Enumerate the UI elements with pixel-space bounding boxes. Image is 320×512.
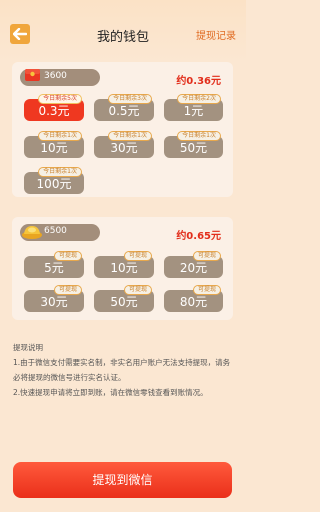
remaining-tag: 今日剩余2次	[177, 94, 221, 104]
gold-option-80[interactable]: 80元 可提现	[164, 285, 223, 312]
approx-value: 约0.36元	[176, 76, 221, 87]
withdraw-record-link[interactable]: 提现记录	[196, 27, 236, 42]
option-label: 80元	[179, 295, 208, 309]
approx-value: 约0.65元	[176, 231, 221, 242]
red-packet-card: 3600 约0.36元 0.3元 今日剩余5次 0.5元 今日剩余3次 1元 今…	[12, 62, 233, 197]
option-100[interactable]: 100元 今日剩余1次	[24, 167, 84, 194]
option-label: 10元	[110, 261, 138, 275]
gold-option-5[interactable]: 5元 可提现	[24, 251, 84, 278]
option-label: 0.5元	[108, 104, 140, 118]
option-label: 0.3元	[38, 104, 70, 118]
gold-option-30[interactable]: 30元 可提现	[24, 285, 84, 312]
withdrawable-tag: 可提现	[192, 285, 221, 295]
option-label: 5元	[44, 261, 64, 275]
gold-option-50[interactable]: 50元 可提现	[94, 285, 154, 312]
option-label: 1元	[183, 104, 204, 118]
option-label: 20元	[179, 261, 208, 275]
option-label: 50元	[179, 141, 208, 155]
withdrawable-tag: 可提现	[123, 251, 152, 261]
withdraw-notes: 提现说明 1.由于微信支付需要实名制，非实名用户账户无法支持提现，请务必将提现的…	[13, 340, 235, 400]
option-1[interactable]: 1元 今日剩余2次	[164, 94, 223, 121]
gold-ingot-icon	[22, 226, 42, 239]
withdrawable-tag: 可提现	[53, 251, 82, 261]
coin-amount: 6500	[44, 226, 67, 236]
remaining-tag: 今日剩余5次	[38, 94, 82, 104]
remaining-tag: 今日剩余1次	[38, 167, 82, 177]
remaining-tag: 今日剩余1次	[108, 131, 152, 141]
notes-line-1: 1.由于微信支付需要实名制，非实名用户账户无法支持提现，请务必将提现的微信号进行…	[13, 358, 231, 382]
option-label: 100元	[36, 177, 72, 191]
option-0-3[interactable]: 0.3元 今日剩余5次	[24, 94, 84, 121]
remaining-tag: 今日剩余1次	[38, 131, 82, 141]
option-0-5[interactable]: 0.5元 今日剩余3次	[94, 94, 154, 121]
gold-option-20[interactable]: 20元 可提现	[164, 251, 223, 278]
gold-card: 6500 约0.65元 5元 可提现 10元 可提现 20元 可提现 30元 可…	[12, 217, 233, 320]
withdrawable-tag: 可提现	[123, 285, 152, 295]
notes-title: 提现说明	[13, 343, 43, 352]
red-packet-icon	[25, 69, 40, 81]
gold-balance: 6500	[20, 224, 100, 241]
remaining-tag: 今日剩余3次	[108, 94, 152, 104]
option-label: 50元	[110, 295, 138, 309]
remaining-tag: 今日剩余1次	[177, 131, 221, 141]
red-packet-balance: 3600	[20, 69, 100, 86]
option-10[interactable]: 10元 今日剩余1次	[24, 131, 84, 158]
option-label: 30元	[110, 141, 138, 155]
withdrawable-tag: 可提现	[53, 285, 82, 295]
coin-amount: 3600	[44, 71, 67, 81]
option-30[interactable]: 30元 今日剩余1次	[94, 131, 154, 158]
option-label: 10元	[40, 141, 68, 155]
notes-line-2: 2.快速提现申请将立即到账，请在微信零钱查看到账情况。	[13, 388, 208, 397]
option-50[interactable]: 50元 今日剩余1次	[164, 131, 223, 158]
withdraw-to-wechat-button[interactable]: 提现到微信	[13, 462, 232, 498]
gold-option-10[interactable]: 10元 可提现	[94, 251, 154, 278]
header-bar: 我的钱包 提现记录	[0, 0, 246, 62]
option-label: 30元	[40, 295, 68, 309]
withdrawable-tag: 可提现	[192, 251, 221, 261]
